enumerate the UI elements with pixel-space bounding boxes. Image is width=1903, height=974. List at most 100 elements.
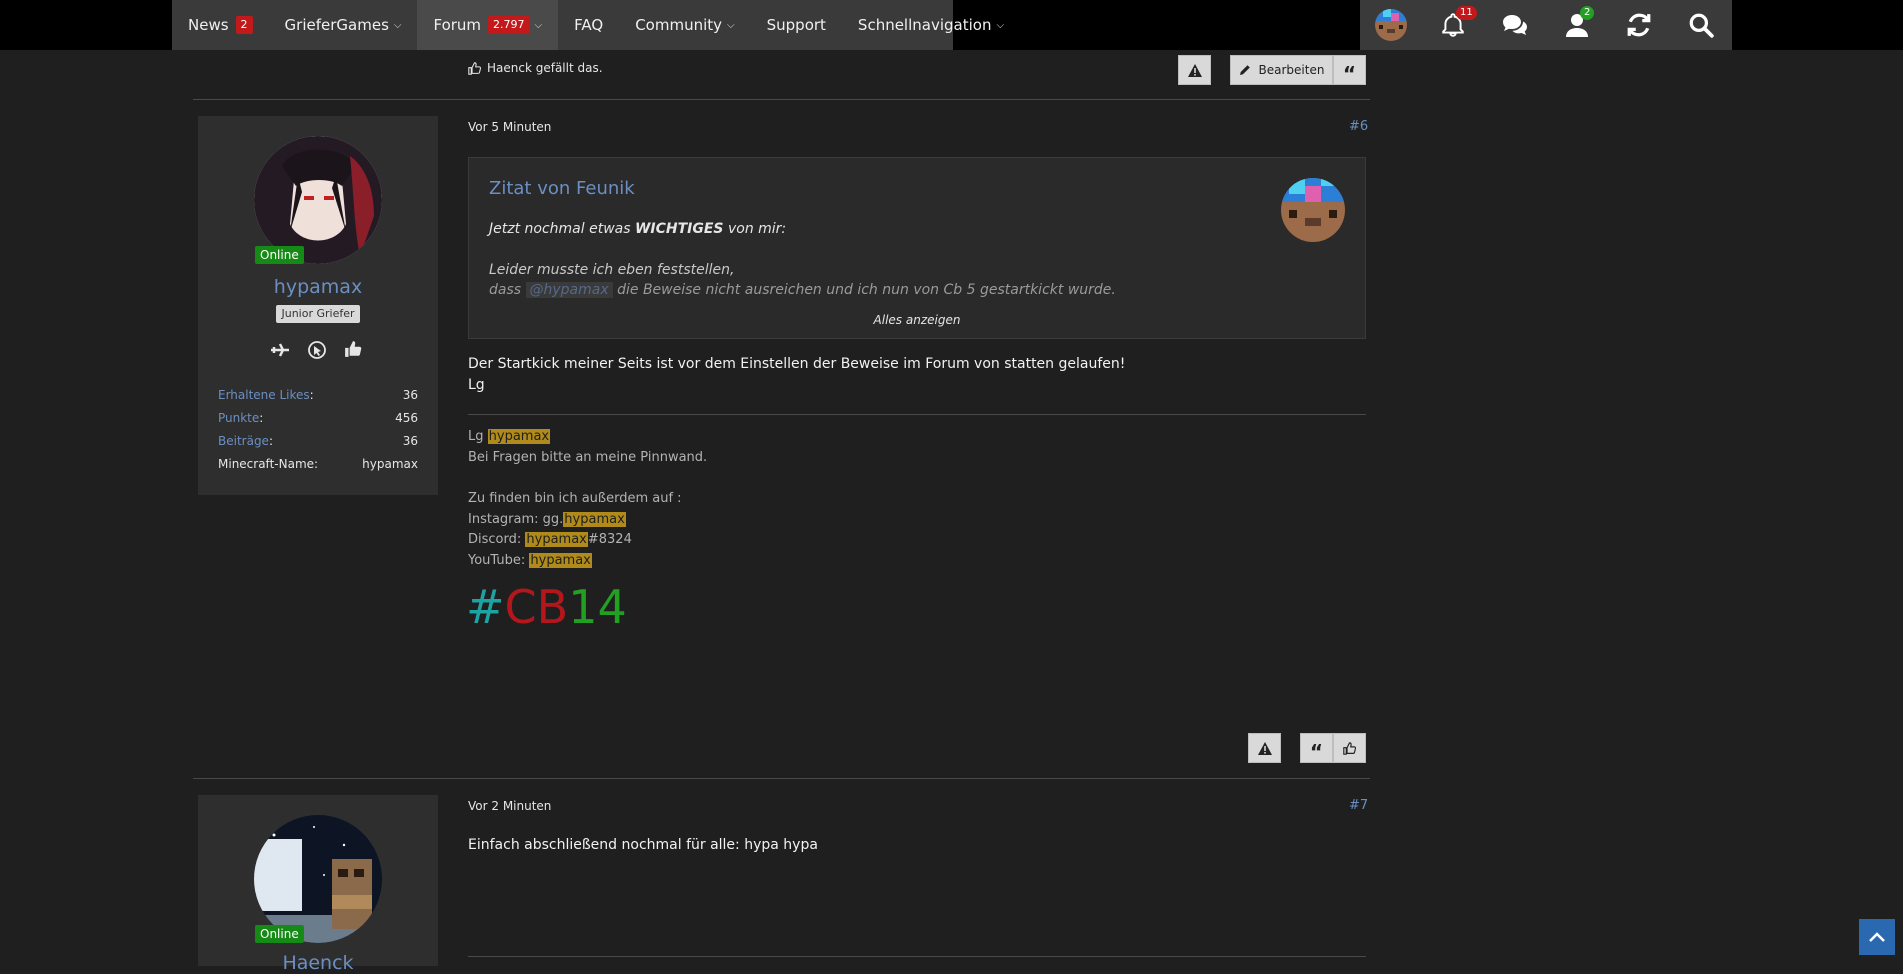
show-all-link[interactable]: Alles anzeigen	[469, 313, 1365, 327]
post-divider	[193, 778, 1370, 779]
post-body-line: Einfach abschließend nochmal für alle: h…	[468, 837, 818, 853]
nav-label: Community	[635, 16, 723, 34]
stat-likes: Erhaltene Likes: 36	[218, 388, 418, 402]
stat-minecraft-name: Minecraft-Name: hypamax	[218, 457, 418, 471]
cb-letters: CB	[504, 580, 569, 634]
friends-button[interactable]: 2	[1546, 0, 1608, 50]
refresh-button[interactable]	[1608, 0, 1670, 50]
stat-label[interactable]: Erhaltene Likes:	[218, 388, 314, 402]
online-status-badge: Online	[255, 925, 304, 943]
quote-button[interactable]: “	[1300, 733, 1333, 763]
nav-label: Forum	[433, 16, 482, 34]
stat-value: 456	[395, 411, 418, 425]
avatar[interactable]	[254, 136, 382, 264]
nav-item-schnellnavigation[interactable]: Schnellnavigation ⌵	[842, 0, 1020, 50]
cursor-circle-icon[interactable]	[307, 340, 327, 364]
user-menu: 11 2	[1360, 0, 1732, 50]
chat-icon	[1503, 15, 1527, 35]
chevron-down-icon: ⌵	[727, 19, 735, 31]
online-status-badge: Online	[255, 246, 304, 264]
nav-label: Support	[766, 16, 826, 34]
user-rank-badge: Junior Griefer	[276, 305, 360, 323]
search-icon	[1689, 13, 1714, 38]
nav-item-news[interactable]: News 2	[172, 0, 269, 50]
stat-label: Minecraft-Name:	[218, 457, 319, 471]
signature-line: Instagram: gg.hypamax	[468, 512, 626, 527]
signature-line: YouTube: hypamax	[468, 553, 592, 568]
thumbs-up-icon[interactable]	[344, 340, 362, 362]
avatar	[1375, 9, 1407, 41]
quote-line: Leider musste ich eben feststellen,	[489, 262, 735, 278]
stat-label-text: Beiträge	[218, 434, 269, 448]
highlight: hypamax	[525, 532, 588, 547]
stat-label-text: Erhaltene Likes	[218, 388, 310, 402]
chevron-down-icon: ⌵	[393, 19, 402, 31]
quote-icon: “	[1342, 62, 1357, 86]
report-button[interactable]	[1248, 733, 1281, 763]
nav-label: Schnellnavigation	[857, 16, 992, 34]
post-number[interactable]: #6	[1349, 119, 1368, 134]
notifications-button[interactable]: 11	[1422, 0, 1484, 50]
search-button[interactable]	[1670, 0, 1732, 50]
user-mention[interactable]: @hypamax	[525, 282, 613, 298]
nav-item-griefergames[interactable]: GrieferGames ⌵	[269, 0, 418, 50]
report-button[interactable]	[1178, 55, 1211, 85]
quote-text: von mir:	[723, 221, 787, 237]
user-avatar-button[interactable]	[1360, 0, 1422, 50]
stat-label[interactable]: Punkte:	[218, 411, 263, 425]
signature-text: Lg	[468, 429, 488, 444]
nav-item-forum[interactable]: Forum 2.797 ⌵	[417, 0, 559, 50]
airplane-icon[interactable]	[270, 340, 290, 364]
pencil-icon	[1239, 65, 1250, 75]
quote-bold-text: WICHTIGES	[634, 221, 724, 237]
cb14-signature-logo: #CB14	[466, 580, 627, 634]
signature-text: YouTube:	[468, 553, 530, 568]
highlight: hypamax	[487, 429, 551, 444]
highlight: hypamax	[563, 512, 626, 527]
stat-value: 36	[402, 388, 418, 402]
news-badge: 2	[235, 16, 253, 34]
warning-icon	[1187, 63, 1202, 77]
stat-label[interactable]: Beiträge:	[218, 434, 273, 448]
like-summary: Haenck gefällt das.	[468, 61, 603, 75]
stat-label-text: Minecraft-Name	[218, 457, 315, 471]
post-divider	[193, 99, 1370, 100]
scroll-to-top-button[interactable]	[1859, 919, 1895, 955]
post-time[interactable]: Vor 5 Minuten	[468, 120, 551, 134]
forum-badge: 2.797	[488, 16, 530, 34]
post-time[interactable]: Vor 2 Minuten	[468, 799, 551, 813]
signature-line: Zu finden bin ich außerdem auf :	[468, 491, 682, 506]
edit-button[interactable]: Bearbeiten	[1230, 55, 1333, 85]
quote-icon: “	[1309, 740, 1324, 764]
nav-item-faq[interactable]: FAQ	[558, 0, 619, 50]
chevron-down-icon: ⌵	[534, 19, 543, 31]
like-button[interactable]	[1333, 733, 1366, 763]
cb-number: 14	[568, 580, 627, 634]
notifications-badge: 11	[1456, 6, 1477, 20]
signature-text: Instagram: gg.	[468, 512, 564, 527]
author-name[interactable]: Haenck	[198, 952, 438, 974]
avatar[interactable]	[254, 815, 382, 943]
conversations-button[interactable]	[1484, 0, 1546, 50]
signature-line: Bei Fragen bitte an meine Pinnwand.	[468, 450, 708, 465]
chevron-up-icon	[1869, 932, 1885, 942]
nav-item-community[interactable]: Community ⌵	[619, 0, 750, 50]
nav-item-support[interactable]: Support	[751, 0, 842, 50]
author-name[interactable]: hypamax	[198, 276, 438, 298]
post-footer-divider	[468, 956, 1366, 957]
quote-title[interactable]: Zitat von Feunik	[489, 178, 635, 199]
nav-label: FAQ	[574, 16, 604, 34]
nav-label: GrieferGames	[284, 16, 389, 34]
avatar[interactable]	[1281, 178, 1345, 242]
like-text: Haenck gefällt das.	[487, 61, 603, 75]
signature-text: Discord:	[468, 532, 526, 547]
signature-line: Lg hypamax	[468, 429, 551, 444]
quote-button[interactable]: “	[1333, 55, 1366, 85]
quote-text: die Beweise nicht ausreichen und ich nun…	[612, 282, 1116, 298]
quote-box: Zitat von Feunik Jetzt nochmal etwas WIC…	[468, 157, 1366, 339]
post-number[interactable]: #7	[1349, 798, 1368, 813]
post-body-line: Der Startkick meiner Seits ist vor dem E…	[468, 356, 1126, 372]
stat-value: hypamax	[362, 457, 418, 471]
quote-text: dass	[489, 282, 526, 298]
edit-label: Bearbeiten	[1258, 63, 1325, 77]
